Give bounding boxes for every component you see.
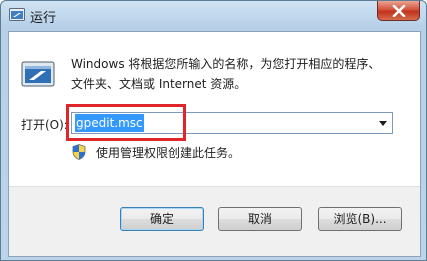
highlight-annotation	[66, 104, 186, 141]
admin-note: 使用管理权限创建此任务。	[96, 146, 241, 160]
open-label: 打开(O):	[21, 118, 68, 132]
run-icon	[21, 59, 55, 89]
browse-button[interactable]: 浏览(B)...	[318, 207, 402, 231]
run-dialog: 运行 Windows 将根据您所输入的名称，为您打开相应的程序、 文件夹、文档或…	[0, 0, 427, 261]
ok-button[interactable]: 确定	[120, 207, 204, 231]
dropdown-button[interactable]	[375, 113, 392, 133]
window-title: 运行	[30, 11, 57, 26]
cancel-button[interactable]: 取消	[218, 207, 302, 231]
close-icon	[392, 5, 406, 17]
title-bar[interactable]: 运行	[1, 1, 426, 31]
dialog-body: Windows 将根据您所输入的名称，为您打开相应的程序、 文件夹、文档或 In…	[8, 31, 421, 257]
uac-shield-icon	[72, 144, 86, 160]
chevron-down-icon	[379, 121, 387, 126]
description: Windows 将根据您所输入的名称，为您打开相应的程序、 文件夹、文档或 In…	[71, 54, 401, 94]
description-line-2: 文件夹、文档或 Internet 资源。	[71, 77, 247, 91]
run-icon	[9, 8, 25, 22]
description-line-1: Windows 将根据您所输入的名称，为您打开相应的程序、	[71, 57, 381, 71]
close-button[interactable]	[377, 1, 420, 21]
